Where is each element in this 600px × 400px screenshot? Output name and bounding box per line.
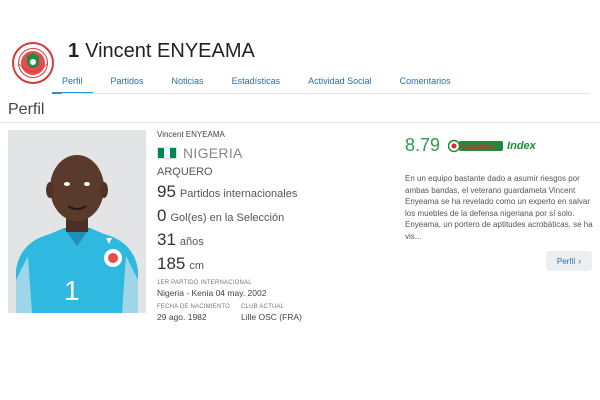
- goals-label: Gol(es) en la Selección: [170, 212, 285, 224]
- castrol-logo-icon: Castrol: [448, 139, 504, 152]
- age-stat: 31 años: [157, 230, 372, 250]
- section-title: Perfil: [8, 101, 45, 118]
- player-portrait-image: 1: [8, 130, 146, 313]
- birth-date-value: 29 ago. 1982: [157, 312, 207, 322]
- player-position: ARQUERO: [157, 166, 213, 178]
- castrol-index: 8.79 Castrol Index: [405, 135, 536, 156]
- club-value: Lille OSC (FRA): [241, 312, 302, 322]
- index-score: 8.79: [405, 135, 441, 155]
- height-value: 185: [157, 254, 186, 273]
- caps-stat: 95 Partidos internacionales: [157, 182, 372, 202]
- tabs-divider: [62, 93, 590, 94]
- player-number: 1: [68, 40, 80, 62]
- tab-estadisticas[interactable]: Estadísticas: [232, 70, 281, 94]
- age-label: años: [179, 236, 204, 248]
- first-match-value: Nigeria - Kenia 04 may. 2002: [157, 288, 267, 298]
- tab-partidos[interactable]: Partidos: [111, 70, 144, 94]
- profile-tabs: Perfil Partidos Noticias Estadísticas Ac…: [52, 70, 479, 94]
- birth-date-label: FECHA DE NACIMIENTO: [157, 304, 231, 310]
- caps-label: Partidos internacionales: [179, 188, 298, 200]
- player-description: En un equipo bastante dado a asumir ries…: [405, 174, 593, 241]
- nigeria-federation-crest-icon: [12, 42, 54, 84]
- tab-perfil[interactable]: Perfil: [52, 70, 93, 94]
- height-label: cm: [189, 260, 205, 272]
- player-header: 1 Vincent ENYEAMA Perfil Partidos Noticia…: [0, 0, 600, 96]
- height-stat: 185 cm: [157, 254, 372, 274]
- goals-stat: 0 Gol(es) en la Selección: [157, 206, 372, 226]
- first-match-label: 1ER PARTIDO INTERNACIONAL: [157, 280, 252, 286]
- player-full-name: Vincent ENYEAMA: [157, 130, 225, 139]
- goals-value: 0: [157, 206, 167, 225]
- section-divider: [0, 122, 600, 123]
- player-name: Vincent ENYEAMA: [85, 40, 255, 62]
- castrol-logo: Castrol Index: [448, 139, 536, 153]
- player-info: Vincent ENYEAMA NIGERIA ARQUERO 95 Parti…: [157, 130, 372, 322]
- tab-noticias[interactable]: Noticias: [172, 70, 204, 94]
- profile-more-button[interactable]: Perfil ›: [546, 251, 592, 271]
- caps-value: 95: [157, 182, 176, 201]
- page-title: 1 Vincent ENYEAMA: [68, 40, 255, 63]
- nigeria-flag-icon: [157, 147, 177, 159]
- tab-comentarios[interactable]: Comentarios: [400, 70, 451, 94]
- svg-text:1: 1: [64, 275, 80, 306]
- index-word: Index: [507, 139, 536, 152]
- nationality-row: NIGERIA: [157, 145, 372, 161]
- age-value: 31: [157, 230, 176, 249]
- profile-button-label: Perfil: [556, 256, 576, 266]
- player-photo: 1: [8, 130, 146, 313]
- castrol-brand-text: Castrol: [461, 141, 494, 152]
- birth-club-row: FECHA DE NACIMIENTO 29 ago. 1982 CLUB AC…: [157, 298, 372, 322]
- tab-actividad-social[interactable]: Actividad Social: [308, 70, 372, 94]
- club-label: CLUB ACTUAL: [241, 304, 285, 310]
- nationality: NIGERIA: [183, 145, 243, 161]
- chevron-right-icon: ›: [578, 256, 582, 266]
